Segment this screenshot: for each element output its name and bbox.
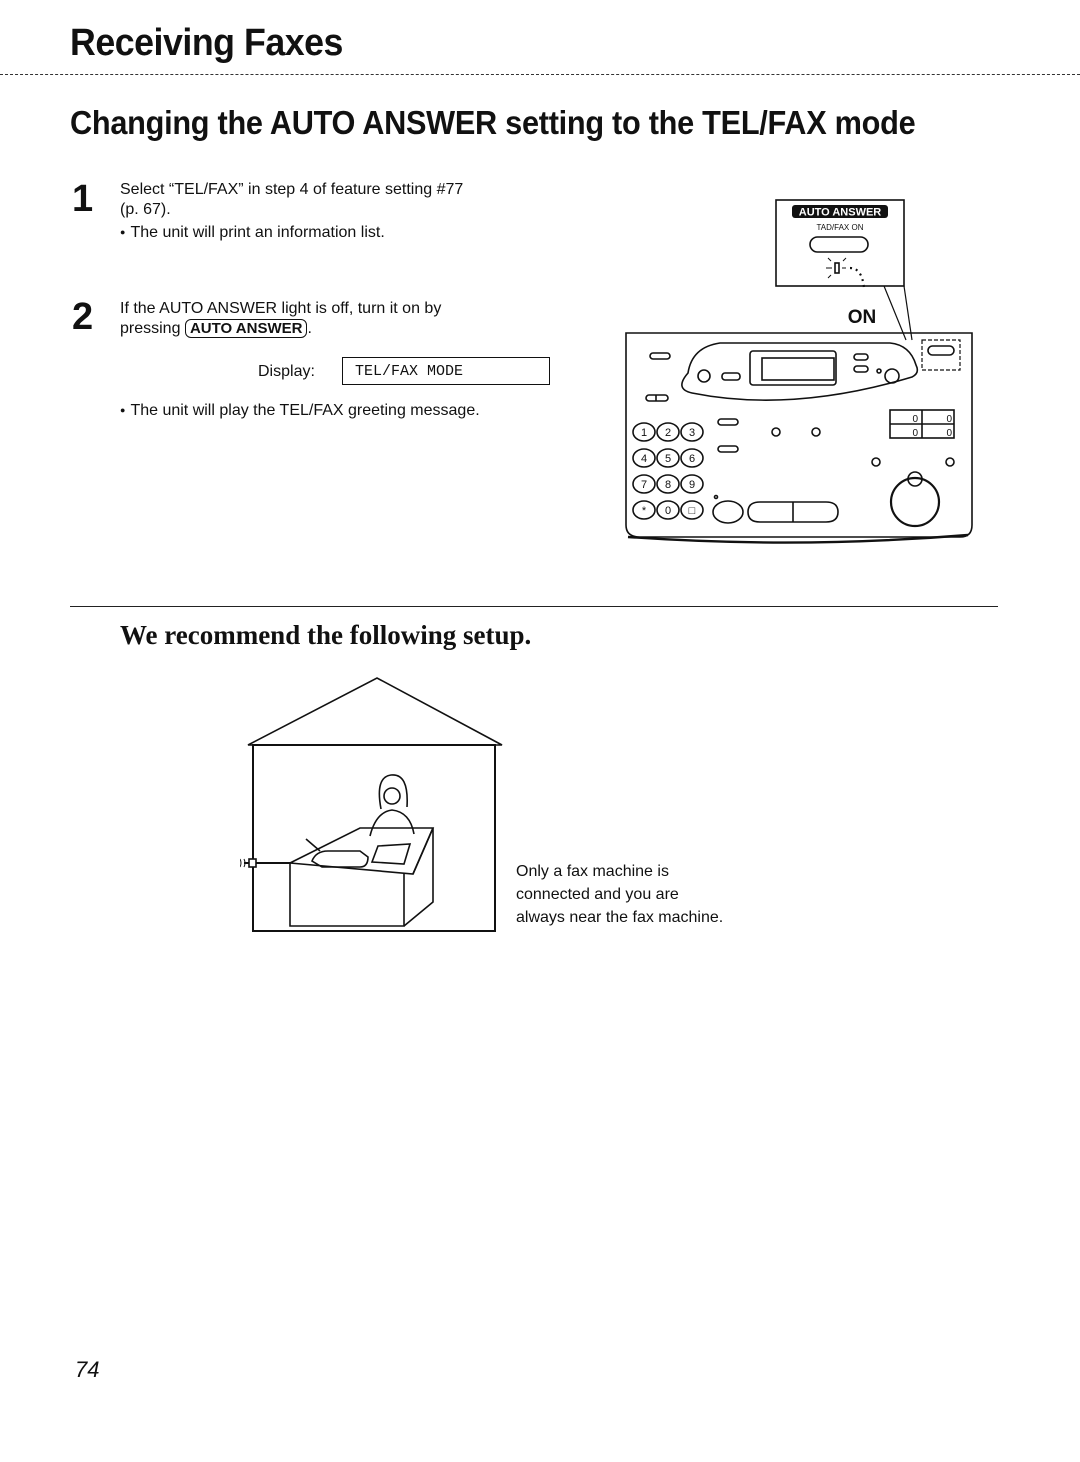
step-2-suffix: . bbox=[307, 320, 312, 337]
counter-digit: 0 bbox=[912, 414, 918, 425]
page-number: 74 bbox=[75, 1357, 100, 1382]
caption-line: always near the fax machine. bbox=[516, 909, 724, 926]
step-2-text: If the AUTO ANSWER light is off, turn it… bbox=[120, 299, 441, 339]
callout-button-label: AUTO ANSWER bbox=[799, 207, 882, 219]
lcd-display-readout: TEL/FAX MODE bbox=[342, 357, 550, 385]
step-1-text: Select “TEL/FAX” in step 4 of feature se… bbox=[120, 180, 463, 244]
keypad-key-label: 6 bbox=[689, 453, 695, 465]
counter-digit: 0 bbox=[946, 414, 952, 425]
indicator-light-icon bbox=[834, 262, 840, 274]
step-1-bullet-text: The unit will print an information list. bbox=[130, 224, 385, 241]
step-2-line-2: pressing AUTO ANSWER. bbox=[120, 319, 441, 339]
step-2-bullet-text: The unit will play the TEL/FAX greeting … bbox=[130, 402, 480, 419]
header-divider bbox=[0, 74, 1080, 75]
keypad: 1 2 3 4 5 6 7 8 9 * 0 □ bbox=[632, 422, 704, 520]
section-divider bbox=[70, 606, 998, 607]
step-1-bullet: The unit will print an information list. bbox=[120, 223, 463, 244]
step-2-line-1: If the AUTO ANSWER light is off, turn it… bbox=[120, 300, 442, 317]
keypad-key-label: 8 bbox=[665, 479, 671, 491]
keypad-key-label: □ bbox=[689, 505, 696, 517]
keypad-key-label: 5 bbox=[665, 453, 671, 465]
display-label: Display: bbox=[258, 363, 315, 380]
keypad-key-label: 9 bbox=[689, 479, 695, 491]
fax-panel-illustration: AUTO ANSWER TAD/FAX ON ON 0 0 0 0 1 2 3 4 5 6… bbox=[625, 199, 973, 544]
step-number-1: 1 bbox=[72, 178, 94, 220]
recommendation-title: We recommend the following setup. bbox=[120, 620, 532, 650]
callout-sub-label: TAD/FAX ON bbox=[817, 223, 864, 232]
section-title: Receiving Faxes bbox=[70, 22, 343, 64]
counter-digit: 0 bbox=[946, 428, 952, 439]
keypad-key-label: 1 bbox=[641, 427, 647, 439]
caption-line: Only a fax machine is bbox=[516, 863, 669, 880]
wall-jack bbox=[248, 858, 257, 868]
house-roof bbox=[247, 677, 503, 746]
setup-caption: Only a fax machine is connected and you … bbox=[516, 860, 723, 929]
step-1-line-1: Select “TEL/FAX” in step 4 of feature se… bbox=[120, 181, 464, 198]
house-setup-illustration bbox=[240, 677, 503, 932]
step-number-2: 2 bbox=[72, 296, 94, 338]
keypad-key-label: 7 bbox=[641, 479, 647, 491]
keypad-key-label: 0 bbox=[665, 505, 671, 517]
on-label: ON bbox=[848, 307, 877, 328]
auto-answer-button-shape bbox=[809, 236, 869, 253]
keypad-key-label: 2 bbox=[665, 427, 671, 439]
caption-line: connected and you are bbox=[516, 886, 679, 903]
step-2-bullet: The unit will play the TEL/FAX greeting … bbox=[120, 401, 480, 422]
fax-machine bbox=[311, 850, 369, 868]
counter-digit: 0 bbox=[912, 428, 918, 439]
step-1-line-2: (p. 67). bbox=[120, 201, 171, 218]
page-subtitle: Changing the AUTO ANSWER setting to the … bbox=[70, 104, 916, 141]
step-2-prefix: pressing bbox=[120, 320, 181, 337]
keypad-key-label: 4 bbox=[641, 453, 647, 465]
auto-answer-key: AUTO ANSWER bbox=[184, 319, 308, 338]
keypad-key-label: * bbox=[642, 505, 647, 517]
keypad-key-label: 3 bbox=[689, 427, 695, 439]
